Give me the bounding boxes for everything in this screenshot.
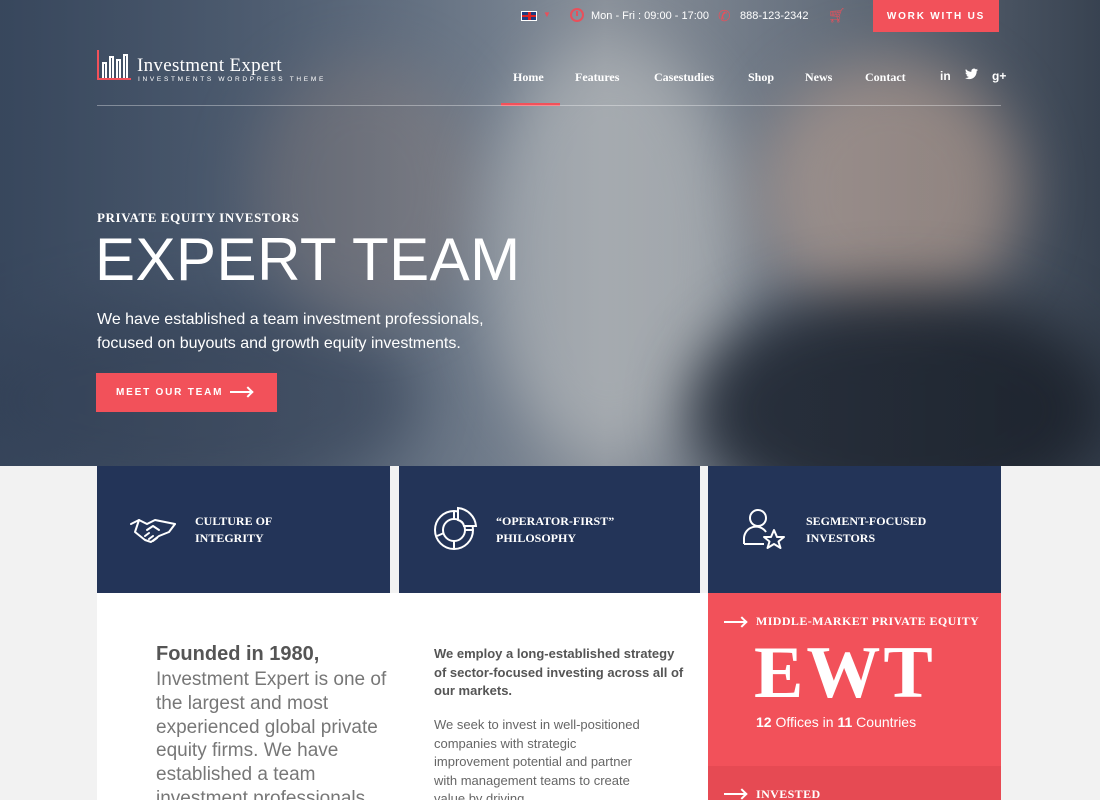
phone-icon: ✆ [718, 8, 731, 25]
feature-label-line-2: Philosophy [496, 531, 577, 545]
stat-panel: MIDDLE-MARKET PRIVATE EQUITY EWT 12 Offi… [708, 593, 1001, 800]
work-with-us-button[interactable]: WORK WITH US [873, 0, 999, 32]
phone-number[interactable]: 888-123-2342 [740, 10, 809, 22]
business-hours: Mon - Fri : 09:00 - 17:00 [591, 10, 709, 22]
google-plus-icon[interactable]: g+ [992, 69, 1006, 83]
hero-text: We have established a team investment pr… [97, 308, 517, 356]
user-star-icon [743, 509, 785, 549]
feature-card-operator-first[interactable]: “Operator-First” Philosophy [399, 466, 700, 593]
clock-icon [570, 8, 584, 22]
linkedin-icon[interactable]: in [940, 69, 951, 83]
offices-count: 12 [756, 714, 772, 730]
header-divider [97, 105, 1001, 106]
arrow-right-icon [724, 621, 746, 623]
uk-flag-icon[interactable] [521, 11, 537, 21]
strategy-heading: We employ a long-established strategy of… [434, 646, 684, 698]
arrow-right-icon [230, 391, 252, 393]
hero-text-line-1: We have established a team investment pr… [97, 311, 484, 328]
top-bar: ▼ Mon - Fri : 09:00 - 17:00 ✆ 888-123-23… [0, 0, 1100, 34]
brand-subtitle: INVESTMENTS WORDPRESS THEME [138, 76, 326, 83]
meet-our-team-button[interactable]: MEET OUR TEAM [96, 373, 277, 412]
logo-icon[interactable] [97, 48, 131, 80]
strategy-text: We seek to invest in well-positioned com… [434, 717, 640, 800]
countries-label: Countries [856, 714, 917, 730]
hero-title: EXPERT TEAM [95, 226, 521, 293]
feature-label: Segment-Focused Investors [806, 513, 926, 547]
cta-label: MEET OUR TEAM [116, 387, 224, 398]
twitter-icon[interactable] [965, 68, 978, 83]
feature-label-line-2: Investors [806, 531, 876, 545]
feature-label: “Operator-First” Philosophy [496, 513, 614, 547]
nav-contact[interactable]: Contact [865, 70, 906, 85]
feature-label-line-1: “Operator-First” [496, 514, 615, 528]
stat-kicker: MIDDLE-MARKET PRIVATE EQUITY [756, 614, 980, 628]
brand-title[interactable]: Investment Expert [137, 55, 282, 77]
chevron-down-icon[interactable]: ▼ [543, 10, 551, 19]
feature-label-line-1: Segment-Focused [806, 514, 927, 528]
hero-text-line-2: focused on buyouts and growth equity inv… [97, 335, 461, 352]
arrow-right-icon [724, 793, 746, 795]
hero-kicker: PRIVATE EQUITY INVESTORS [97, 210, 300, 225]
countries-count: 11 [837, 714, 853, 730]
stat-panel-lower [708, 766, 1001, 800]
about-heading: Founded in 1980, [156, 643, 320, 665]
feature-label-line-1: Culture of [195, 514, 273, 528]
stat-offices: 12 Offices in 11 Countries [756, 714, 916, 730]
offices-label: Offices in [775, 714, 834, 730]
nav-news[interactable]: News [805, 70, 832, 85]
about-text: Investment Expert is one of the largest … [156, 669, 387, 800]
stat-kicker-invested: INVESTED [756, 787, 821, 800]
hero-banner: ▼ Mon - Fri : 09:00 - 17:00 ✆ 888-123-23… [0, 0, 1100, 466]
pie-chart-icon [434, 506, 478, 550]
nav-features[interactable]: Features [575, 70, 619, 85]
feature-label-line-2: Integrity [195, 531, 264, 545]
feature-card-segment-focused[interactable]: Segment-Focused Investors [708, 466, 1001, 593]
stat-big-text: EWT [754, 632, 936, 714]
cart-icon[interactable]: 🛒︎ [828, 7, 846, 24]
nav-casestudies[interactable]: Casestudies [654, 70, 714, 85]
feature-label: Culture of Integrity [195, 513, 272, 547]
feature-card-integrity[interactable]: Culture of Integrity [97, 466, 390, 593]
handshake-icon [130, 519, 176, 543]
nav-shop[interactable]: Shop [748, 70, 774, 85]
nav-home[interactable]: Home [513, 70, 544, 85]
